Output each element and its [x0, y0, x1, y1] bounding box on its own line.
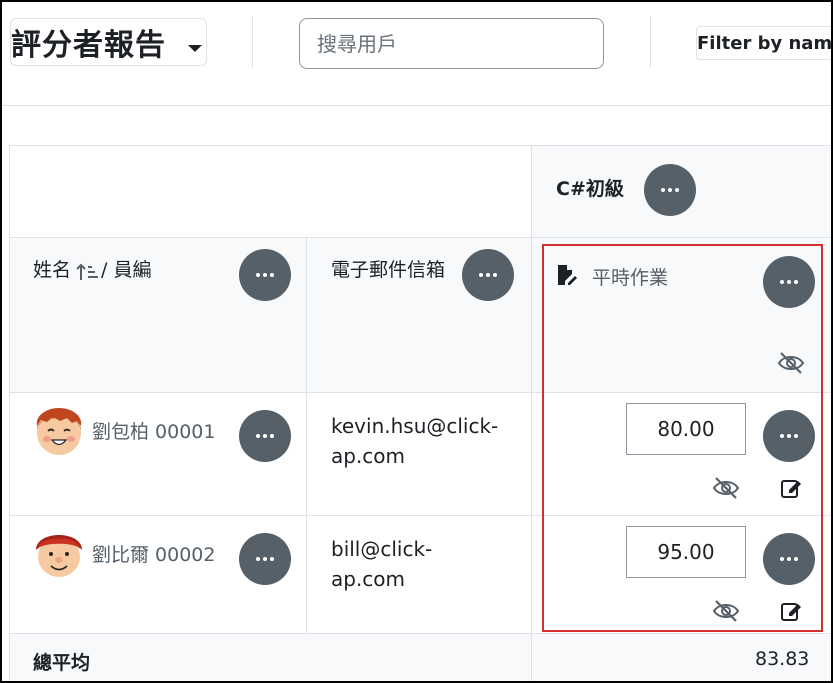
id-column-label[interactable]: / 員編 [101, 255, 151, 282]
table-row: 劉比爾 00002 [9, 516, 307, 634]
assignment-column-label[interactable]: 平時作業 [592, 263, 668, 290]
overall-average-label: 總平均 [33, 652, 91, 674]
grade-cell [532, 516, 831, 634]
course-name: C#初級 [556, 178, 624, 200]
user-actions-button[interactable] [239, 533, 291, 585]
filter-by-name-button[interactable]: Filter by name [696, 26, 831, 60]
ellipsis-icon [479, 273, 483, 277]
empty-header-cell [9, 145, 532, 238]
user-name-link[interactable]: 劉比爾 00002 [92, 540, 215, 567]
email-line: bill@click- [331, 537, 433, 561]
grader-table: C#初級 姓名 / 員編 電子郵件信箱 平時作業 劉包柏 00001 kevin… [9, 145, 831, 681]
header-divider [650, 16, 651, 68]
avatar [36, 408, 82, 455]
email-line: ap.com [331, 444, 406, 468]
user-actions-button[interactable] [239, 410, 291, 462]
overall-average-value: 83.83 [755, 648, 810, 670]
ellipsis-icon [256, 434, 260, 438]
ellipsis-icon [780, 557, 784, 561]
assignment-column-actions-button[interactable] [763, 256, 815, 308]
ellipsis-icon [256, 557, 260, 561]
search-users-input[interactable] [299, 18, 604, 69]
grader-report-page: 評分者報告 Filter by name C#初級 姓名 / 員編 [0, 0, 833, 683]
ellipsis-icon [661, 188, 665, 192]
email-column-header: 電子郵件信箱 [307, 238, 532, 393]
eye-slash-icon [777, 352, 805, 374]
grade-input[interactable] [626, 526, 746, 578]
overall-average-value-cell: 83.83 [532, 634, 831, 681]
edit-icon[interactable] [780, 600, 802, 622]
header-separator [2, 105, 831, 106]
email-column-actions-button[interactable] [462, 249, 514, 301]
email-cell: bill@click- ap.com [307, 516, 532, 634]
name-column-header: 姓名 / 員編 [9, 238, 307, 393]
report-title: 評分者報告 [11, 28, 166, 63]
course-actions-button[interactable] [644, 164, 696, 216]
report-selector[interactable]: 評分者報告 [10, 18, 207, 66]
assignment-column-header: 平時作業 [532, 238, 831, 393]
name-column-label[interactable]: 姓名 [33, 255, 71, 282]
eye-slash-icon [712, 600, 740, 622]
email-line: kevin.hsu@click- [331, 414, 499, 438]
header-divider [252, 16, 253, 68]
grade-actions-button[interactable] [763, 410, 815, 462]
ellipsis-icon [256, 273, 260, 277]
avatar [36, 535, 82, 577]
grade-cell [532, 393, 831, 516]
caret-down-icon [188, 45, 202, 52]
grade-input[interactable] [626, 403, 746, 455]
grade-actions-button[interactable] [763, 533, 815, 585]
overall-average-label-cell: 總平均 [9, 634, 532, 681]
sort-ascending-icon[interactable] [76, 262, 100, 282]
edit-icon[interactable] [780, 477, 802, 499]
eye-slash-icon [712, 477, 740, 499]
course-header-cell: C#初級 [532, 145, 831, 238]
email-column-label: 電子郵件信箱 [331, 259, 446, 281]
email-line: ap.com [331, 567, 406, 591]
user-name-link[interactable]: 劉包柏 00001 [92, 417, 215, 444]
ellipsis-icon [780, 434, 784, 438]
assignment-edit-icon [558, 265, 577, 285]
table-row: 劉包柏 00001 [9, 393, 307, 516]
email-cell: kevin.hsu@click- ap.com [307, 393, 532, 516]
name-column-actions-button[interactable] [239, 249, 291, 301]
ellipsis-icon [780, 280, 784, 284]
